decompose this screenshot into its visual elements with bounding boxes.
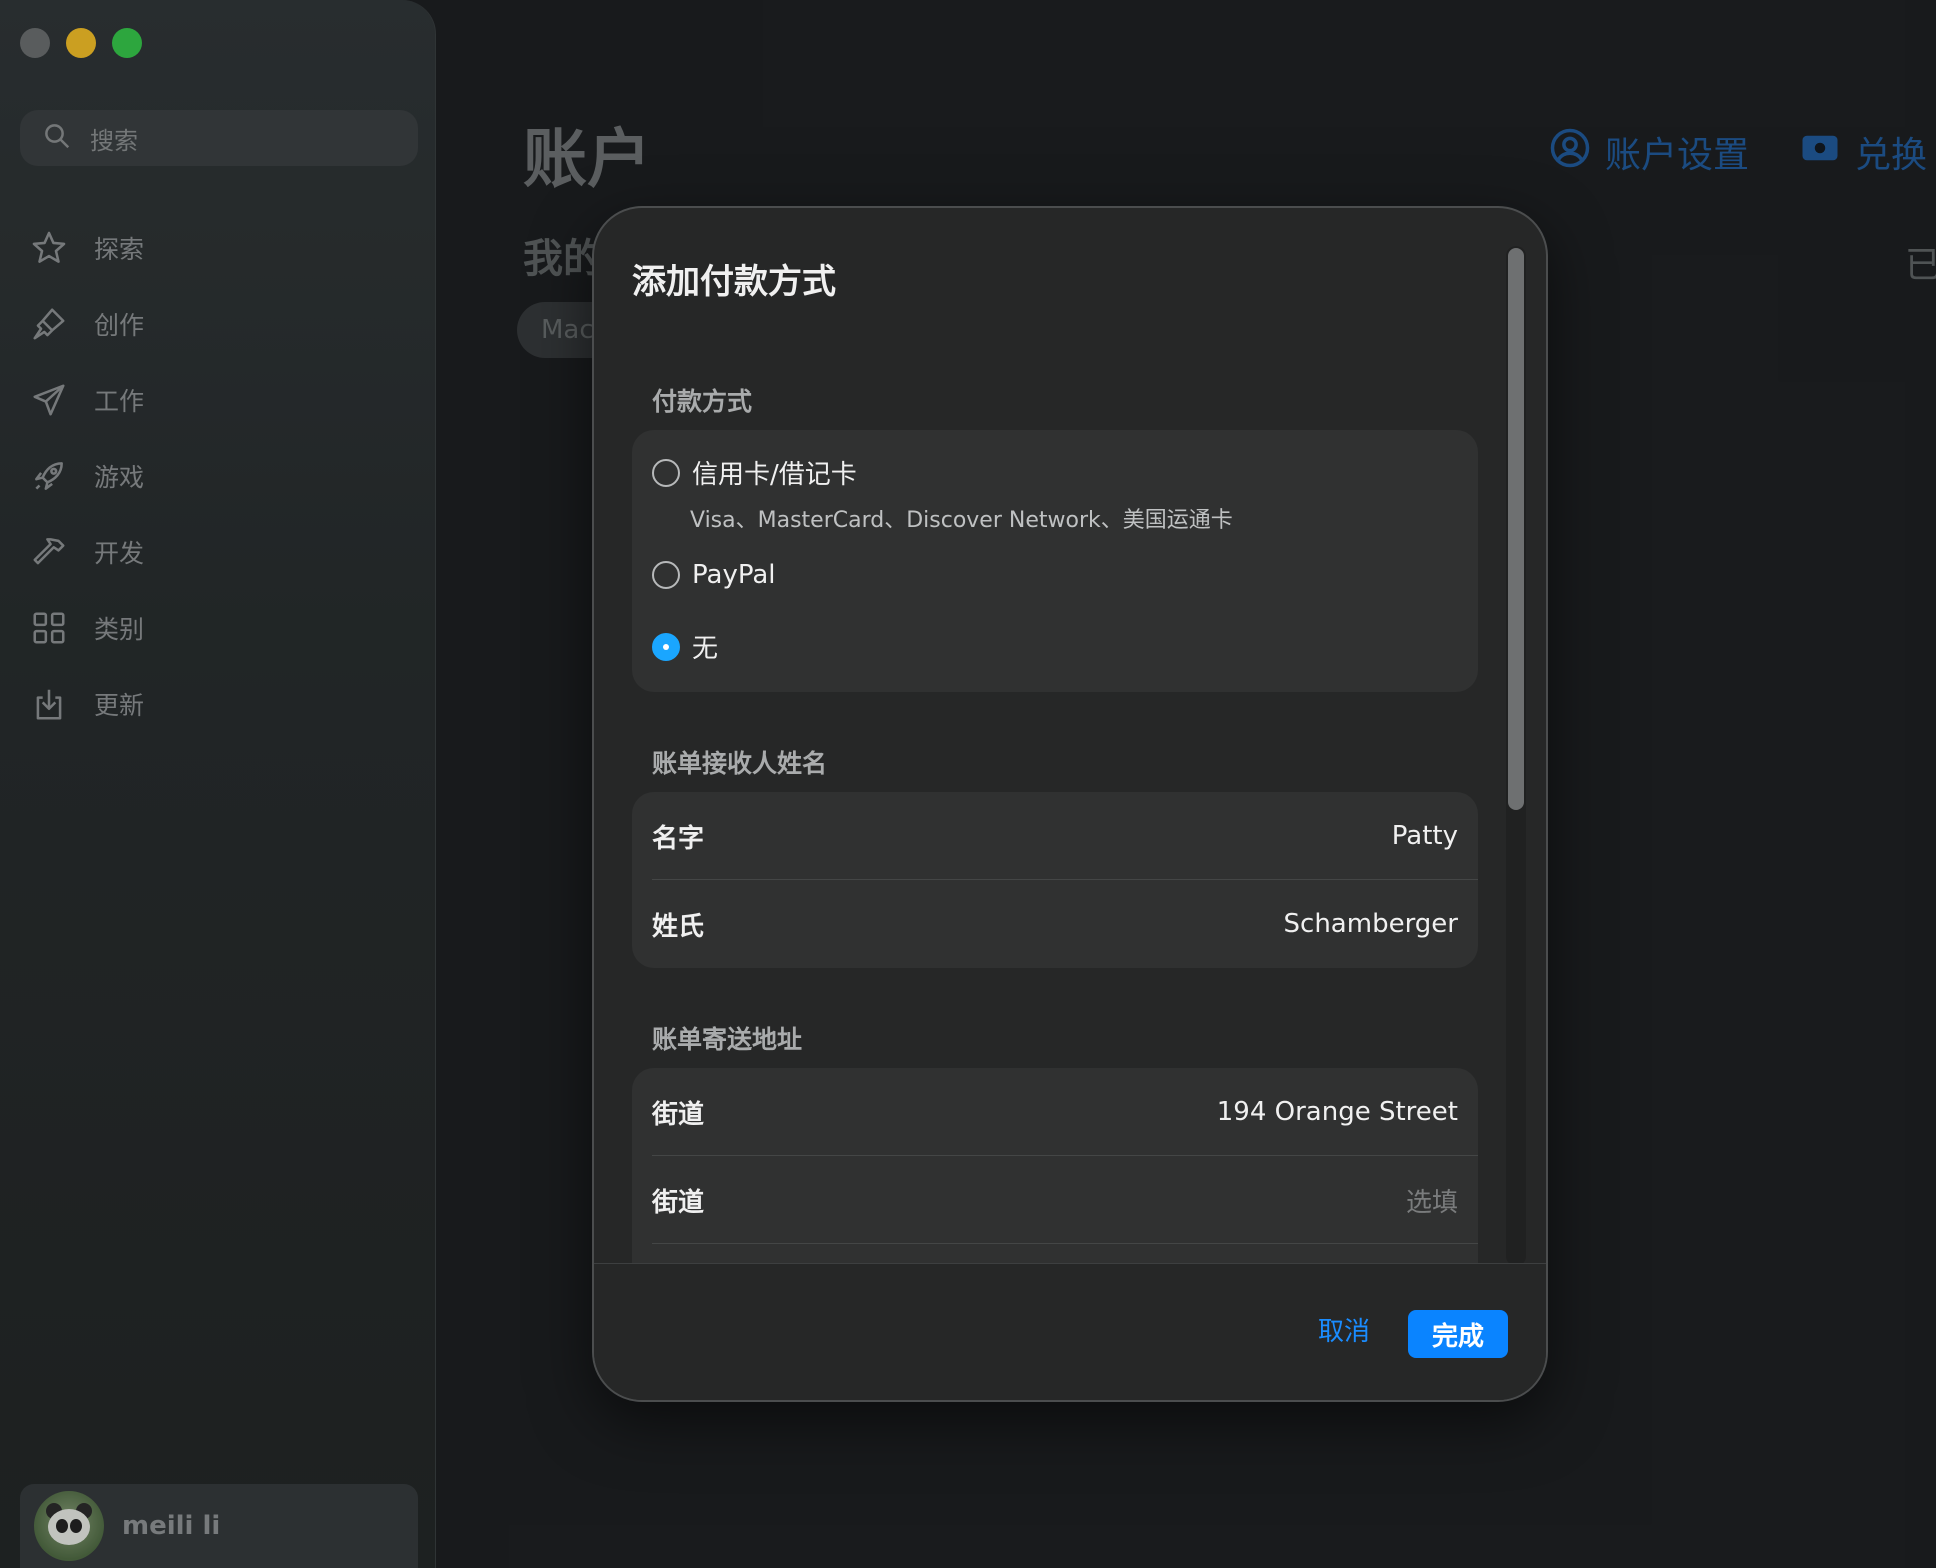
payment-option-paypal[interactable]: PayPal — [652, 560, 776, 590]
billing-address-group: 街道 194 Orange Street 街道 选填 — [632, 1068, 1478, 1268]
street-value[interactable]: 194 Orange Street — [1217, 1097, 1458, 1127]
sheet-title: 添加付款方式 — [632, 262, 836, 302]
billing-name-section-label: 账单接收人姓名 — [652, 749, 828, 778]
radio-button[interactable] — [652, 458, 680, 487]
street-2-field[interactable]: 街道 选填 — [652, 1156, 1478, 1244]
radio-label: 信用卡/借记卡 — [692, 460, 857, 490]
payment-method-group: 信用卡/借记卡 Visa、MasterCard、Discover Network… — [632, 430, 1478, 692]
sheet-footer: 取消 完成 — [594, 1263, 1546, 1400]
radio-label: PayPal — [692, 560, 776, 590]
payment-method-section-label: 付款方式 — [652, 387, 753, 416]
street-field[interactable]: 街道 194 Orange Street — [652, 1068, 1478, 1156]
cancel-button[interactable]: 取消 — [1312, 1310, 1376, 1349]
street-label: 街道 — [652, 1099, 705, 1130]
sheet-scroll-area[interactable]: 添加付款方式 付款方式 信用卡/借记卡 Visa、MasterCard、Disc… — [594, 208, 1546, 1268]
card-types-text: Visa、MasterCard、Discover Network、美国运通卡 — [690, 508, 1233, 533]
radio-button-selected[interactable] — [652, 632, 680, 661]
billing-address-section-label: 账单寄送地址 — [652, 1025, 803, 1054]
add-payment-sheet: 添加付款方式 付款方式 信用卡/借记卡 Visa、MasterCard、Disc… — [592, 206, 1548, 1402]
radio-button[interactable] — [652, 561, 680, 589]
first-name-value[interactable]: Patty — [1392, 821, 1458, 851]
street-2-placeholder[interactable]: 选填 — [1406, 1182, 1458, 1219]
scrollbar-thumb[interactable] — [1508, 248, 1524, 810]
radio-label: 无 — [692, 634, 719, 664]
billing-name-group: 名字 Patty 姓氏 Schamberger — [632, 792, 1478, 968]
street-2-label: 街道 — [652, 1187, 705, 1218]
payment-option-none[interactable]: 无 — [652, 628, 718, 665]
last-name-field[interactable]: 姓氏 Schamberger — [652, 880, 1458, 968]
app-window: 搜索 探索 创作 工作 游戏 开发 类别 更新 meili li 账户 我的 M… — [0, 0, 1936, 1568]
scrollbar[interactable] — [1506, 246, 1526, 1266]
last-name-label: 姓氏 — [652, 911, 705, 942]
last-name-value[interactable]: Schamberger — [1284, 909, 1458, 939]
payment-option-card[interactable]: 信用卡/借记卡 — [652, 454, 857, 491]
first-name-label: 名字 — [652, 823, 705, 854]
done-button[interactable]: 完成 — [1408, 1310, 1508, 1358]
first-name-field[interactable]: 名字 Patty — [652, 792, 1478, 880]
